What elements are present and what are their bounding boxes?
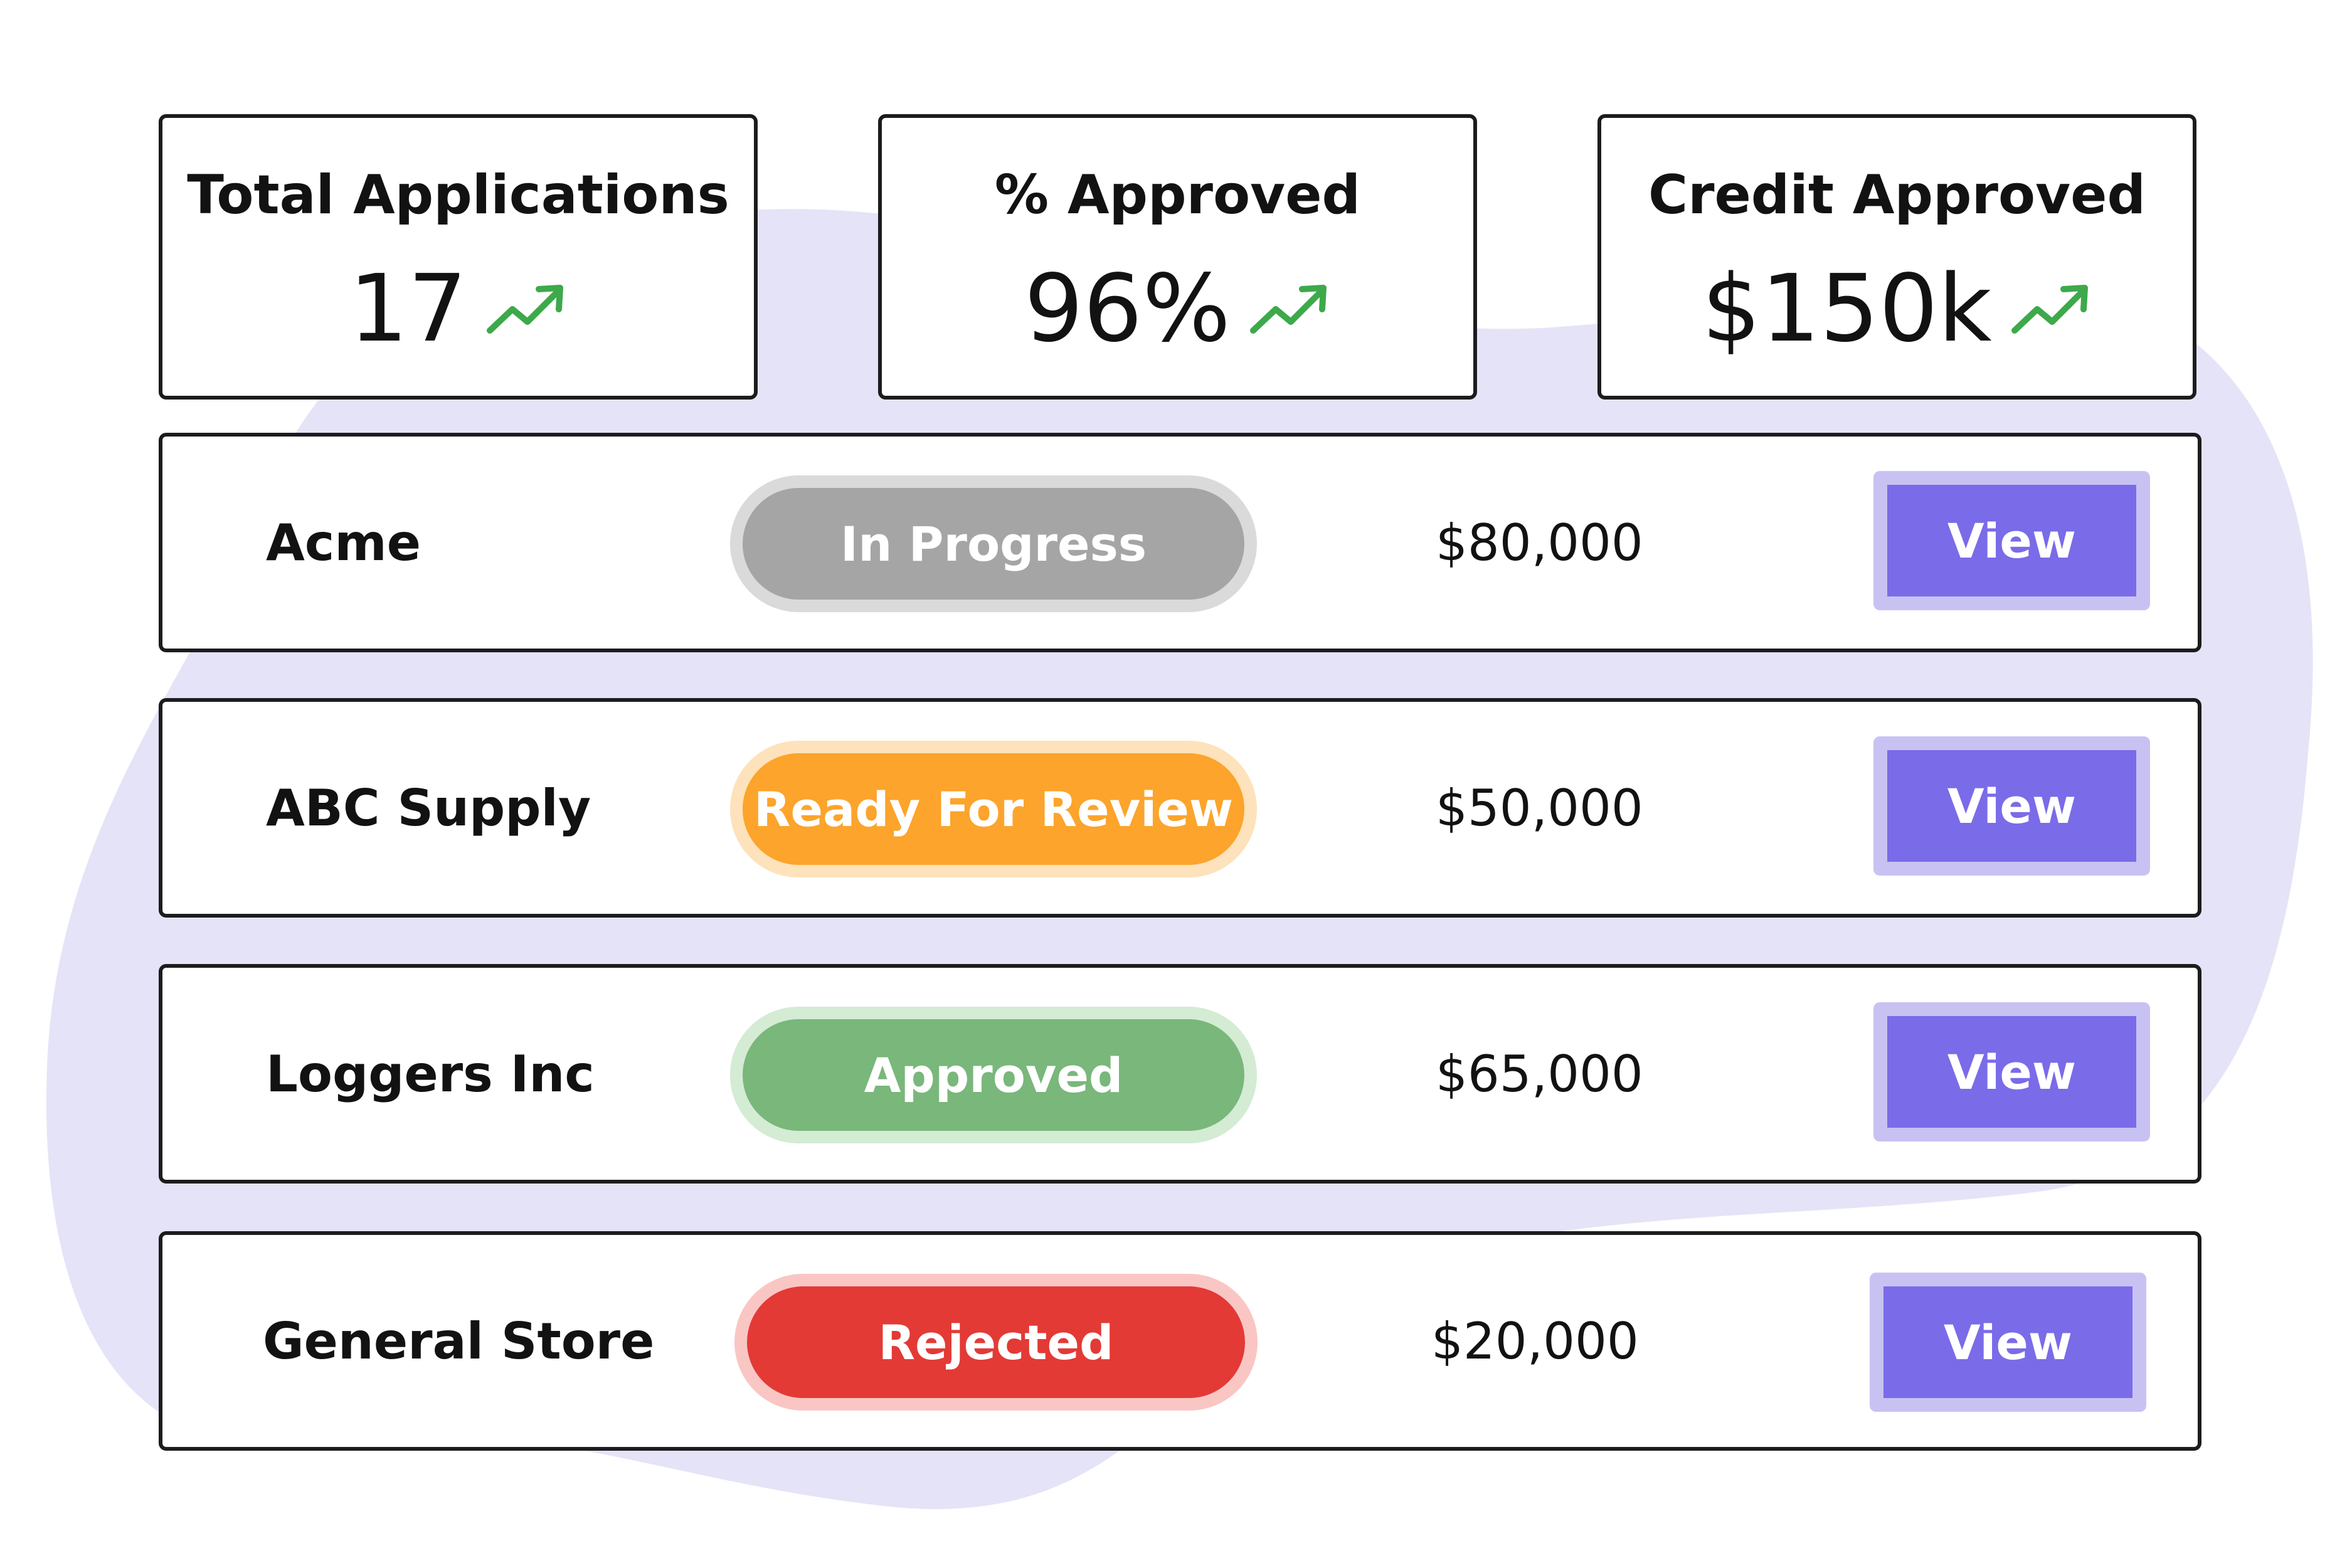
stat-title: Credit Approved [1648, 164, 2146, 226]
trending-up-icon [486, 285, 563, 334]
stat-value: 96% [1024, 255, 1231, 363]
trending-up-icon [2011, 285, 2088, 334]
application-row-general-store: General Store Rejected $20,000 View [159, 1231, 2201, 1451]
stat-card-total-applications: Total Applications 17 [159, 114, 758, 400]
company-name: General Store [263, 1311, 655, 1370]
view-button[interactable]: View [1870, 1273, 2146, 1412]
status-badge-in-progress: In Progress [730, 475, 1257, 612]
stat-value: $150k [1702, 255, 1992, 363]
status-badge-rejected: Rejected [734, 1274, 1258, 1411]
company-name: Acme [266, 513, 421, 572]
stat-title: % Approved [994, 164, 1361, 226]
credit-amount: $65,000 [1436, 1044, 1643, 1103]
status-badge-ready-for-review: Ready For Review [730, 741, 1257, 877]
application-row-loggers-inc: Loggers Inc Approved $65,000 View [159, 964, 2201, 1184]
company-name: Loggers Inc [266, 1044, 595, 1103]
trending-up-icon [1249, 285, 1327, 334]
view-button[interactable]: View [1873, 1002, 2150, 1142]
stat-card-percent-approved: % Approved 96% [878, 114, 1477, 400]
status-badge-approved: Approved [730, 1007, 1257, 1143]
credit-amount: $20,000 [1431, 1311, 1639, 1370]
view-button[interactable]: View [1873, 736, 2150, 876]
stat-card-credit-approved: Credit Approved $150k [1597, 114, 2196, 400]
credit-amount: $80,000 [1436, 513, 1643, 572]
view-button[interactable]: View [1873, 471, 2150, 610]
application-row-acme: Acme In Progress $80,000 View [159, 433, 2201, 652]
stat-title: Total Applications [187, 164, 729, 226]
stat-value: 17 [349, 255, 467, 363]
credit-amount: $50,000 [1436, 778, 1643, 837]
application-row-abc-supply: ABC Supply Ready For Review $50,000 View [159, 698, 2201, 918]
company-name: ABC Supply [266, 778, 591, 837]
